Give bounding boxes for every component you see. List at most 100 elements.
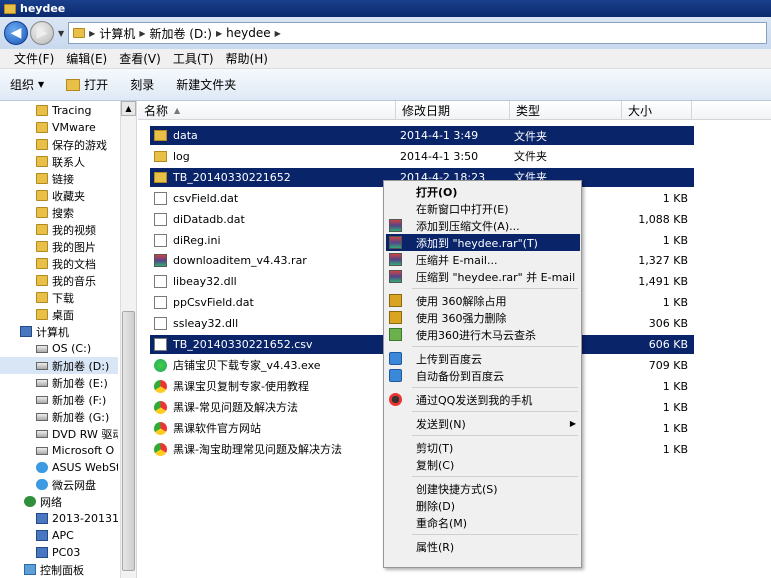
context-menu-item[interactable]: 创建快捷方式(S) [386,480,580,497]
chevron-right-icon[interactable]: ▶ [139,29,145,38]
drive-icon [36,446,48,455]
context-menu-item[interactable]: 使用 360强力删除 [386,309,580,326]
nav-item[interactable]: APC [0,527,118,544]
menu-edit[interactable]: 编辑(E) [60,50,113,67]
menu-file[interactable]: 文件(F) [8,50,60,67]
nav-item[interactable]: 2013-2013122 [0,510,118,527]
nav-item[interactable]: 我的文档 [0,255,118,272]
nav-item[interactable]: 收藏夹 [0,187,118,204]
nav-item[interactable]: DVD RW 驱动 [0,425,118,442]
nav-item-label: 新加卷 (E:) [52,376,108,390]
column-header-date[interactable]: 修改日期 [396,101,510,120]
menu-help[interactable]: 帮助(H) [220,50,274,67]
nav-item[interactable]: 我的视频 [0,221,118,238]
nav-item[interactable]: 网络 [0,493,118,510]
context-menu-item[interactable]: 发送到(N) ▶ [386,415,580,432]
file-row[interactable]: data 2014-4-1 3:49 文件夹 [150,126,694,145]
context-menu-item[interactable]: 添加到压缩文件(A)... [386,217,580,234]
nav-item[interactable]: 链接 [0,170,118,187]
nav-item[interactable]: 保存的游戏 [0,136,118,153]
context-menu-item[interactable]: 添加到 "heydee.rar"(T) [386,234,580,251]
column-header-type[interactable]: 类型 [510,101,622,120]
menu-separator [412,476,578,477]
context-menu-item[interactable]: 通过QQ发送到我的手机 [386,391,580,408]
file-row[interactable]: log 2014-4-1 3:50 文件夹 [150,147,694,166]
context-menu-item[interactable]: 重命名(M) [386,514,580,531]
file-name: csvField.dat [173,191,239,205]
nav-item[interactable]: 控制面板 [0,561,118,578]
nav-item[interactable]: 搜索 [0,204,118,221]
nav-item[interactable]: ASUS WebSto [0,459,118,476]
open-button[interactable]: 打开 [66,76,108,93]
nav-item[interactable]: Tracing [0,102,118,119]
folder-icon [36,190,48,201]
context-menu-item[interactable]: 自动备份到百度云 [386,367,580,384]
nav-item[interactable]: 计算机 [0,323,118,340]
column-header-size[interactable]: 大小 [622,101,692,120]
chevron-right-icon[interactable]: ▶ [275,29,281,38]
column-header-name[interactable]: 名称 ▲ [138,101,396,120]
nav-item[interactable]: VMware [0,119,118,136]
nav-item[interactable]: 桌面 [0,306,118,323]
context-menu-label: 打开(O) [416,185,458,199]
nav-item[interactable]: 新加卷 (G:) [0,408,118,425]
file-name: data [173,129,198,142]
file-size: 1 KB [662,191,688,205]
nav-item[interactable]: 我的音乐 [0,272,118,289]
chevron-right-icon[interactable]: ▶ [216,29,222,38]
nav-item-label: OS (C:) [52,342,92,355]
context-menu-item[interactable]: 使用 360解除占用 [386,292,580,309]
context-menu-item[interactable]: 剪切(T) [386,439,580,456]
chevron-right-icon[interactable]: ▶ [89,29,95,38]
drive-icon [36,378,48,387]
organize-button[interactable]: 组织 ▼ [10,76,44,93]
history-dropdown-icon[interactable]: ▼ [58,29,64,38]
nav-item[interactable]: OS (C:) [0,340,118,357]
address-bar[interactable]: ▶ 计算机 ▶ 新加卷 (D:) ▶ heydee ▶ [68,22,767,44]
file-name: downloaditem_v4.43.rar [173,254,307,268]
nav-item[interactable]: 下载 [0,289,118,306]
file-name: ppCsvField.dat [173,296,254,310]
context-menu-item[interactable]: 复制(C) [386,456,580,473]
new-folder-button[interactable]: 新建文件夹 [176,76,236,93]
nav-item[interactable]: PC03 [0,544,118,561]
nav-item[interactable]: 微云网盘 [0,476,118,493]
context-menu-item[interactable]: 删除(D) [386,497,580,514]
context-menu-item[interactable]: 压缩到 "heydee.rar" 并 E-mail [386,268,580,285]
file-type: 文件夹 [514,150,547,164]
breadcrumb-heydee[interactable]: heydee [226,26,270,40]
nav-item[interactable]: 我的图片 [0,238,118,255]
breadcrumb-drive-d[interactable]: 新加卷 (D:) [149,25,211,42]
file-size: 1 KB [662,442,688,456]
forward-button[interactable]: ▶ [30,21,54,45]
file-type: 文件夹 [514,129,547,143]
back-button[interactable]: ◀ [4,21,28,45]
context-menu-item[interactable]: 使用360进行木马云查杀 [386,326,580,343]
nav-item[interactable]: 新加卷 (F:) [0,391,118,408]
file-name-cell: ppCsvField.dat [154,296,254,310]
breadcrumb-computer[interactable]: 计算机 [99,25,135,42]
shield-360-icon [389,311,402,324]
nav-scrollbar[interactable]: ▲ [120,101,136,578]
burn-button[interactable]: 刻录 [130,76,154,93]
context-menu-label: 使用360进行木马云查杀 [416,328,536,342]
folder-icon [4,3,16,14]
drive-icon [36,361,48,370]
nav-item[interactable]: 新加卷 (D:) [0,357,118,374]
menu-tools[interactable]: 工具(T) [167,50,220,67]
menu-view[interactable]: 查看(V) [113,50,167,67]
nav-item-label: ASUS WebSto [52,461,118,474]
scroll-up-icon[interactable]: ▲ [121,101,136,116]
context-menu-item[interactable]: 上传到百度云 [386,350,580,367]
column-headers: 名称 ▲ 修改日期 类型 大小 [138,101,771,120]
context-menu-item[interactable]: 打开(O) [386,183,580,200]
nav-item[interactable]: 新加卷 (E:) [0,374,118,391]
nav-item[interactable]: 联系人 [0,153,118,170]
file-name-cell: data [154,129,198,142]
scroll-thumb[interactable] [122,311,135,571]
app-icon [154,358,167,372]
context-menu-item[interactable]: 压缩并 E-mail... [386,251,580,268]
context-menu-item[interactable]: 在新窗口中打开(E) [386,200,580,217]
context-menu-item[interactable]: 属性(R) [386,538,580,555]
nav-item[interactable]: Microsoft O [0,442,118,459]
